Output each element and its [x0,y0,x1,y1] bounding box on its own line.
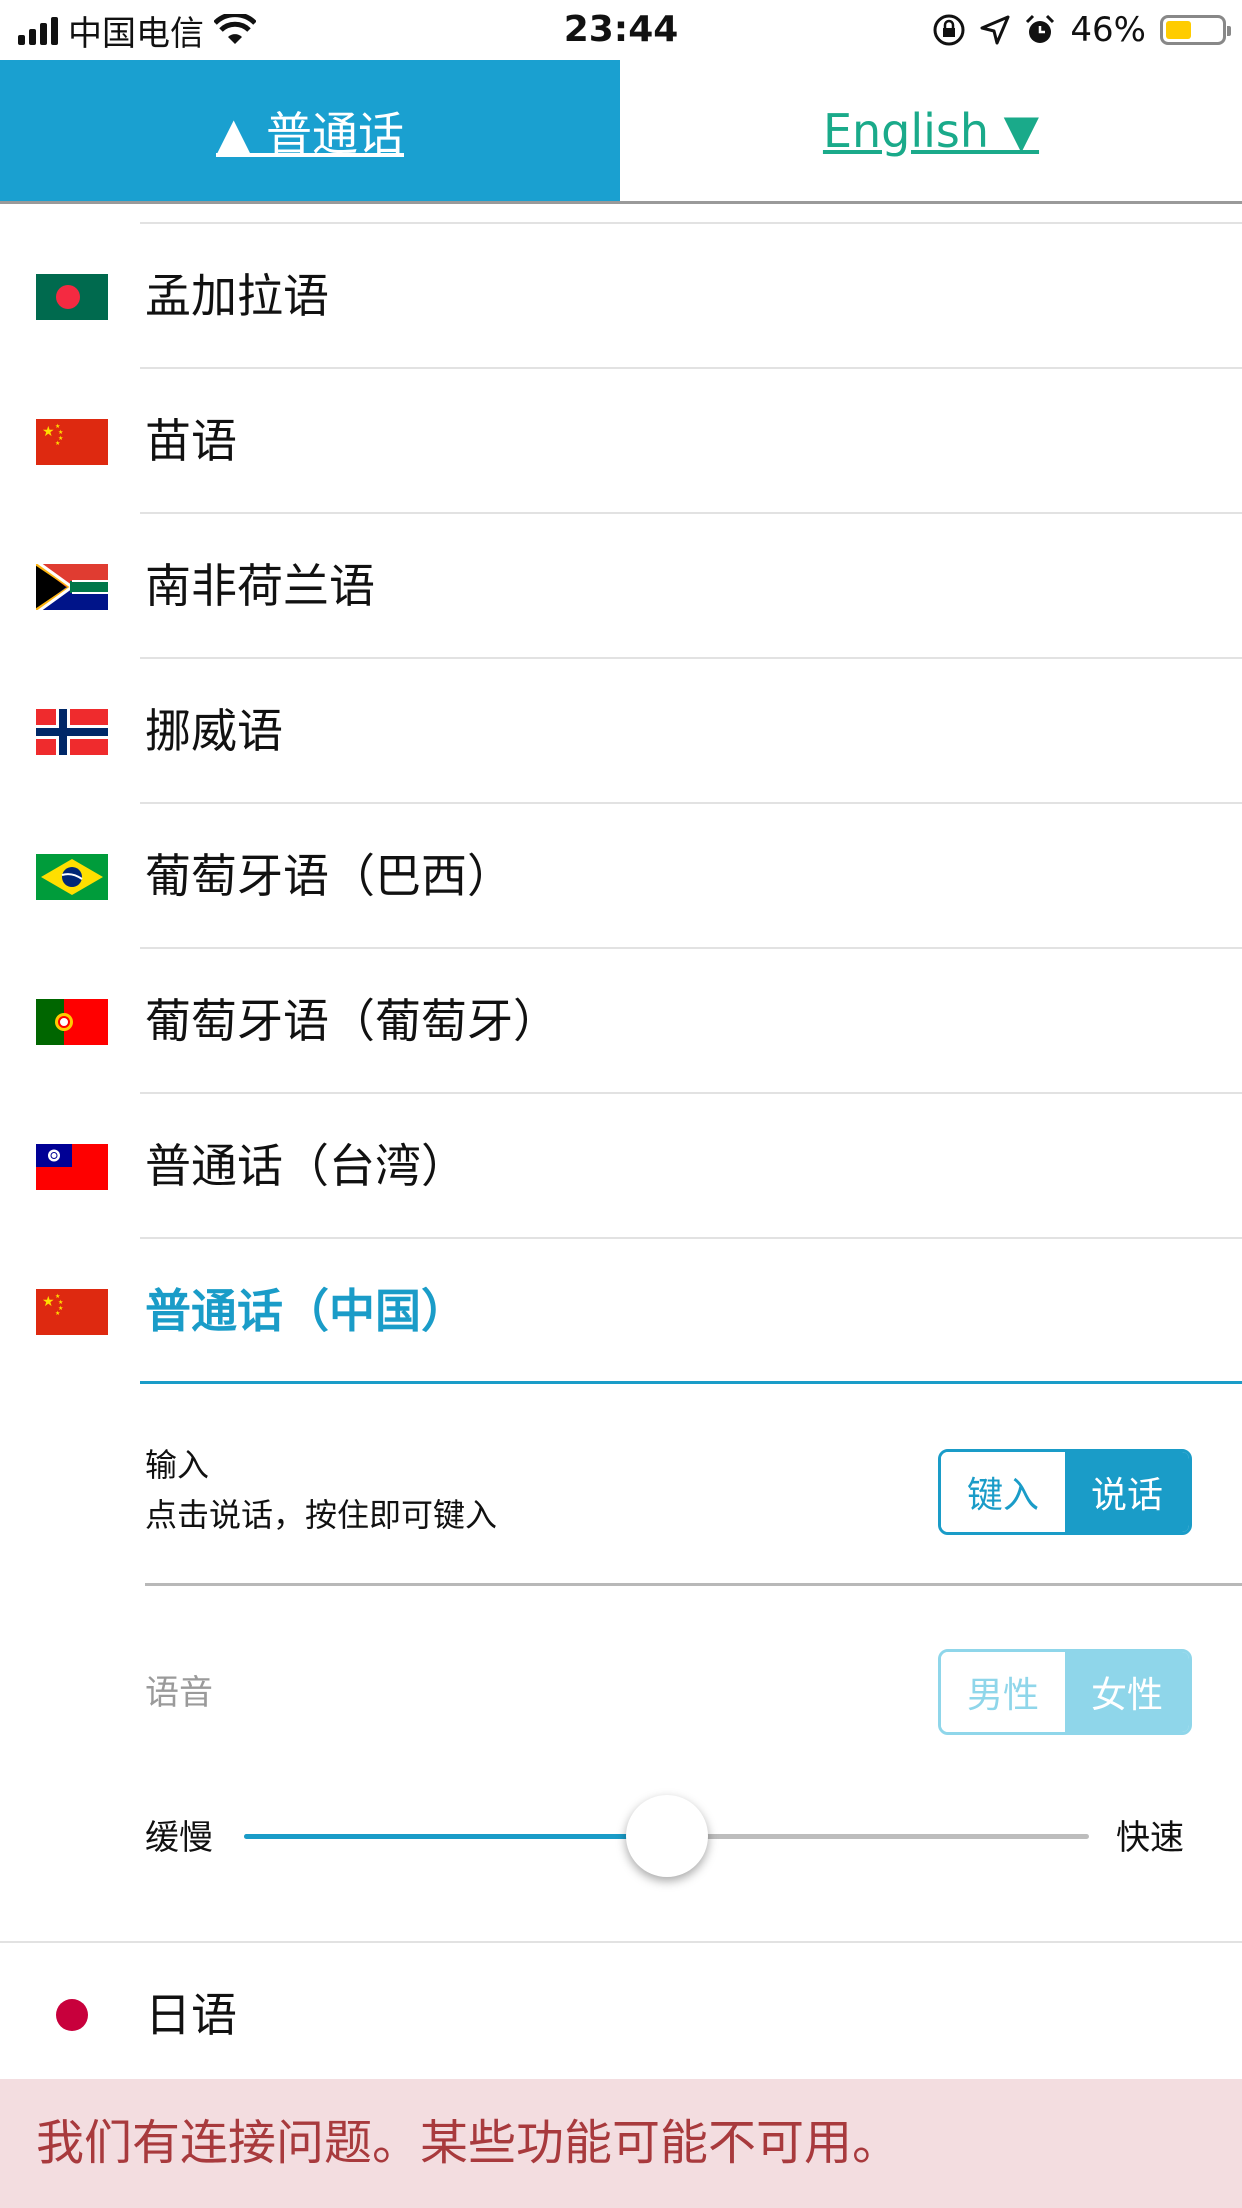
language-tabs: ▲ 普通话 English ▼ [0,60,1242,204]
china-flag-icon: ★ ★ ★ ★ ★ [36,1288,108,1335]
language-label: 普通话（台湾） [145,1139,467,1193]
type-option-button[interactable]: 键入 [941,1452,1065,1532]
language-label: 挪威语 [145,704,283,758]
language-item-japanese[interactable]: 日语 [0,1941,1242,2086]
language-label: 苗语 [145,414,237,468]
language-item-mandarin-taiwan[interactable]: 普通话（台湾） [0,1094,1242,1239]
input-mode-title: 输入 [145,1446,210,1484]
bangladesh-flag-icon [36,273,108,320]
voice-title: 语音 [145,1673,213,1713]
alarm-icon [1026,14,1055,43]
language-item-hmong[interactable]: ★ ★ ★ ★ ★ 苗语 [0,369,1242,514]
china-flag-icon: ★ ★ ★ ★ ★ [36,418,108,465]
target-language-tab[interactable]: English ▼ [620,60,1242,201]
norway-flag-icon [36,708,108,755]
language-item-portuguese-brazil[interactable]: 葡萄牙语（巴西） [0,804,1242,949]
settings-divider [145,1583,1242,1586]
language-label: 葡萄牙语（巴西） [145,849,513,903]
taiwan-flag-icon [36,1143,108,1190]
source-language-tab[interactable]: ▲ 普通话 [0,60,620,201]
language-item-norwegian[interactable]: 挪威语 [0,659,1242,804]
speed-fast-label: 快速 [1116,1818,1184,1858]
japan-dot-icon [56,1998,88,2031]
battery-fill [1166,21,1191,39]
orientation-lock-icon [933,14,965,46]
status-right: 46% [932,8,1231,52]
battery-icon [1160,15,1231,45]
language-label: 南非荷兰语 [145,559,375,613]
language-item-bengali[interactable]: 孟加拉语 [0,224,1242,369]
language-label: 孟加拉语 [145,269,329,323]
speed-slider-thumb[interactable] [625,1795,708,1877]
speed-slow-label: 缓慢 [145,1818,213,1858]
language-label-selected: 普通话（中国） [145,1284,467,1338]
speed-slider-progress [244,1834,667,1839]
language-label: 日语 [145,1988,237,2042]
speak-option-button[interactable]: 说话 [1065,1452,1189,1532]
south-africa-flag-icon [36,563,108,610]
language-item-afrikaans[interactable]: 南非荷兰语 [0,514,1242,659]
input-mode-toggle: 键入 说话 [938,1449,1192,1535]
connection-warning-banner: 我们有连接问题。某些功能可能不可用。 [0,2079,1242,2208]
brazil-flag-icon [36,853,108,900]
language-label: 葡萄牙语（葡萄牙） [145,994,559,1048]
language-item-portuguese-portugal[interactable]: 葡萄牙语（葡萄牙） [0,949,1242,1094]
voice-gender-toggle: 男性 女性 [938,1649,1192,1735]
svg-text:★: ★ [55,440,60,447]
svg-text:★: ★ [42,424,55,440]
input-mode-hint: 点击说话，按住即可键入 [145,1496,498,1534]
female-voice-button[interactable]: 女性 [1065,1652,1189,1732]
svg-text:★: ★ [55,1310,60,1317]
status-bar: 中国电信 23:44 46% [0,0,1242,60]
language-item-mandarin-china[interactable]: ★ ★ ★ ★ ★ 普通话（中国） [0,1239,1242,1384]
battery-percent: 46% [1070,10,1146,50]
portugal-flag-icon [36,998,108,1045]
selected-divider [140,1381,1242,1384]
location-icon [980,15,1010,45]
svg-text:★: ★ [42,1294,55,1310]
male-voice-button[interactable]: 男性 [941,1652,1065,1732]
